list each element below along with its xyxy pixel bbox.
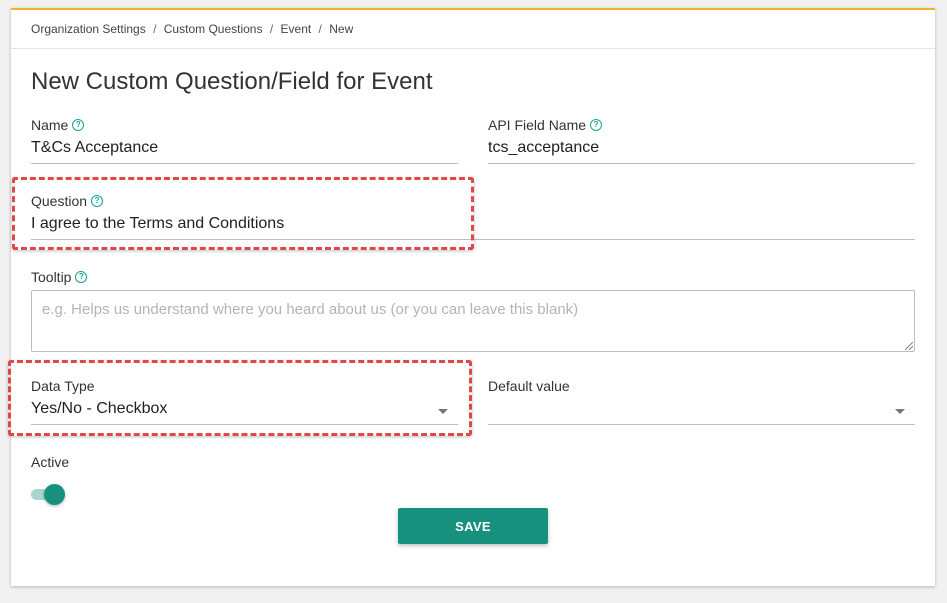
page-title: New Custom Question/Field for Event <box>31 68 433 95</box>
default-value-select[interactable] <box>488 395 915 425</box>
api-field-name-group: API Field Name ? tcs_acceptance <box>488 116 915 164</box>
api-field-name-input[interactable]: tcs_acceptance <box>488 134 915 164</box>
form-card: Organization Settings / Custom Questions… <box>11 8 935 586</box>
help-icon[interactable]: ? <box>75 271 88 283</box>
breadcrumb-item-event[interactable]: Event <box>281 22 312 36</box>
breadcrumb: Organization Settings / Custom Questions… <box>11 10 935 49</box>
api-field-name-label: API Field Name ? <box>488 116 915 134</box>
name-field-group: Name ? T&Cs Acceptance <box>31 116 458 164</box>
name-label: Name ? <box>31 116 458 134</box>
active-label: Active <box>31 454 70 470</box>
breadcrumb-separator: / <box>318 22 322 36</box>
tooltip-textarea[interactable]: e.g. Helps us understand where you heard… <box>31 290 915 352</box>
active-toggle[interactable] <box>31 483 65 505</box>
breadcrumb-separator: / <box>153 22 157 36</box>
tooltip-placeholder: e.g. Helps us understand where you heard… <box>42 301 579 318</box>
help-icon[interactable]: ? <box>590 119 603 131</box>
save-button[interactable]: SAVE <box>398 508 548 544</box>
resize-handle-icon[interactable] <box>905 342 913 350</box>
toggle-knob[interactable] <box>44 484 65 505</box>
data-type-highlight-box <box>8 360 472 436</box>
help-icon[interactable]: ? <box>72 119 85 131</box>
tooltip-label: Tooltip ? <box>31 268 915 286</box>
name-input[interactable]: T&Cs Acceptance <box>31 134 458 164</box>
default-value-label: Default value <box>488 378 570 394</box>
breadcrumb-separator: / <box>269 22 274 36</box>
breadcrumb-item-new: New <box>329 22 354 36</box>
question-highlight-box <box>12 177 474 250</box>
breadcrumb-item-custom-questions[interactable]: Custom Questions <box>164 22 263 36</box>
active-field-group: Active <box>31 453 231 471</box>
default-value-field-group: Default value <box>488 377 915 425</box>
breadcrumb-item-organization-settings[interactable]: Organization Settings <box>31 22 146 36</box>
tooltip-field-group: Tooltip ? e.g. Helps us understand where… <box>31 268 915 352</box>
caret-down-icon[interactable] <box>895 409 905 414</box>
